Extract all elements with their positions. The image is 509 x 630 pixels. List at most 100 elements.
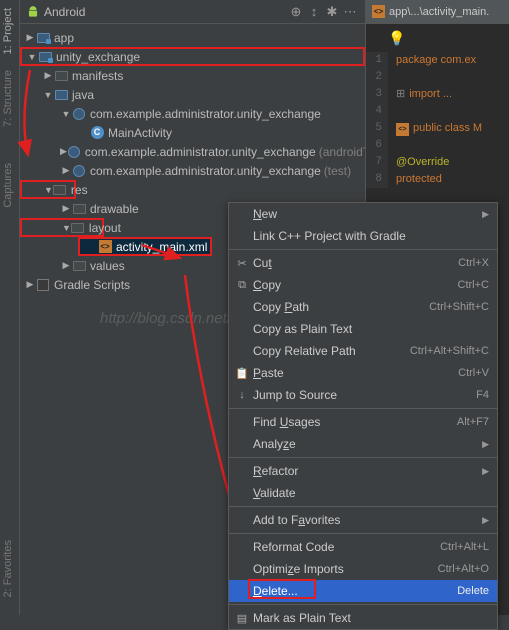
tree-java[interactable]: ▼ java [20, 85, 365, 104]
project-view-title[interactable]: Android [44, 5, 287, 19]
tree-label: activity_main.xml [116, 240, 207, 254]
menu-optimize-imports[interactable]: Optimize ImportsCtrl+Alt+O [229, 558, 497, 580]
folder-icon [53, 183, 67, 197]
tree-label: MainActivity [108, 126, 172, 140]
chevron-right-icon: ▶ [60, 165, 72, 176]
menu-separator [229, 408, 497, 409]
folder-icon [54, 69, 68, 83]
chevron-down-icon: ▼ [60, 109, 72, 119]
tree-manifests[interactable]: ▶ manifests [20, 66, 365, 85]
menu-separator [229, 604, 497, 605]
menu-delete[interactable]: Delete...Delete [229, 580, 497, 602]
module-icon [38, 50, 52, 64]
paste-icon: 📋 [235, 367, 249, 380]
menu-copy-path[interactable]: Copy PathCtrl+Shift+C [229, 296, 497, 318]
context-menu: New▶ Link C++ Project with Gradle ✂CutCt… [228, 202, 498, 630]
menu-paste[interactable]: 📋PasteCtrl+V [229, 362, 497, 384]
tree-label: java [72, 88, 94, 102]
chevron-right-icon: ▶ [24, 32, 36, 43]
package-icon [72, 164, 86, 178]
android-icon [26, 5, 40, 19]
tree-label: Gradle Scripts [54, 278, 130, 292]
xml-icon: <> [372, 5, 385, 18]
tree-label-suffix: (test) [324, 164, 351, 178]
menu-link-cpp[interactable]: Link C++ Project with Gradle [229, 225, 497, 247]
chevron-right-icon: ▶ [24, 279, 36, 290]
chevron-down-icon: ▼ [42, 90, 54, 100]
chevron-right-icon: ▶ [60, 146, 67, 157]
tool-window-tabs: 1: Project 7: Structure Captures 2: Favo… [0, 0, 20, 615]
tree-label: values [90, 259, 125, 273]
tree-res[interactable]: ▼ res [20, 180, 76, 199]
tree-label: unity_exchange [56, 50, 140, 64]
copy-icon: ⧉ [235, 279, 249, 292]
menu-refactor[interactable]: Refactor▶ [229, 460, 497, 482]
tree-package[interactable]: ▼ com.example.administrator.unity_exchan… [20, 104, 365, 123]
code-line: @Override [396, 156, 449, 168]
code-line: package com.ex [396, 54, 476, 66]
menu-copy-relative-path[interactable]: Copy Relative PathCtrl+Alt+Shift+C [229, 340, 497, 362]
arrow-down-icon: ↓ [235, 389, 249, 401]
tree-package-android-test[interactable]: ▶ com.example.administrator.unity_exchan… [20, 142, 365, 161]
tree-app[interactable]: ▶ app [20, 28, 365, 47]
code-line: public class M [413, 122, 482, 134]
menu-add-favorites[interactable]: Add to Favorites▶ [229, 509, 497, 531]
lightbulb-icon[interactable]: 💡 [388, 30, 405, 47]
tree-package-test[interactable]: ▶ com.example.administrator.unity_exchan… [20, 161, 365, 180]
chevron-right-icon: ▶ [42, 70, 54, 81]
folder-icon [71, 221, 85, 235]
menu-cut[interactable]: ✂CutCtrl+X [229, 252, 497, 274]
menu-reformat[interactable]: Reformat CodeCtrl+Alt+L [229, 536, 497, 558]
scissors-icon: ✂ [235, 257, 249, 270]
chevron-right-icon: ▶ [60, 260, 72, 271]
folder-icon [54, 88, 68, 102]
tree-layout[interactable]: ▼ layout [20, 218, 104, 237]
menu-analyze[interactable]: Analyze▶ [229, 433, 497, 455]
tab-structure[interactable]: 7: Structure [0, 62, 19, 135]
folder-icon [72, 202, 86, 216]
chevron-right-icon: ▶ [60, 203, 72, 214]
tree-unity-exchange[interactable]: ▼ unity_exchange [20, 47, 365, 66]
chevron-down-icon: ▼ [62, 223, 71, 233]
class-icon: C [90, 126, 104, 140]
tree-label: com.example.administrator.unity_exchange [90, 164, 321, 178]
menu-separator [229, 506, 497, 507]
tree-label: manifests [72, 69, 123, 83]
package-icon [72, 107, 86, 121]
code-line: import ... [409, 88, 452, 100]
gradle-icon [36, 278, 50, 292]
tree-label: drawable [90, 202, 139, 216]
tree-label: layout [89, 221, 121, 235]
sort-icon[interactable]: ↕ [305, 4, 323, 19]
collapse-icon[interactable]: ⋯ [341, 4, 359, 20]
menu-find-usages[interactable]: Find UsagesAlt+F7 [229, 411, 497, 433]
menu-separator [229, 457, 497, 458]
menu-copy[interactable]: ⧉CopyCtrl+C [229, 274, 497, 296]
tab-favorites[interactable]: 2: Favorites [0, 532, 19, 605]
menu-copy-plain-text[interactable]: Copy as Plain Text [229, 318, 497, 340]
menu-new[interactable]: New▶ [229, 203, 497, 225]
chevron-down-icon: ▼ [44, 185, 53, 195]
folder-icon [72, 259, 86, 273]
tree-main-activity[interactable]: ▶ C MainActivity [20, 123, 365, 142]
menu-separator [229, 533, 497, 534]
tree-label: res [71, 183, 88, 197]
menu-jump-to-source[interactable]: ↓Jump to SourceF4 [229, 384, 497, 406]
package-icon [67, 145, 81, 159]
menu-separator [229, 249, 497, 250]
chevron-down-icon: ▼ [26, 52, 38, 62]
tab-project[interactable]: 1: Project [0, 0, 19, 62]
tab-captures[interactable]: Captures [0, 155, 19, 216]
project-toolbar: Android ⊕ ↕ ✱ ⋯ [20, 0, 365, 24]
editor-tab[interactable]: <> app\...\activity_main. [366, 0, 509, 24]
editor-tab-label: app\...\activity_main. [389, 6, 489, 18]
gear-icon[interactable]: ✱ [323, 4, 341, 20]
module-icon [36, 31, 50, 45]
menu-mark-plain-text[interactable]: ▤Mark as Plain Text [229, 607, 497, 629]
tree-activity-main-xml[interactable]: <> activity_main.xml [78, 237, 212, 256]
menu-validate[interactable]: Validate [229, 482, 497, 504]
xml-icon: <> [98, 240, 112, 254]
file-icon: ▤ [235, 612, 249, 625]
tree-label: app [54, 31, 74, 45]
scroll-target-icon[interactable]: ⊕ [287, 4, 305, 20]
